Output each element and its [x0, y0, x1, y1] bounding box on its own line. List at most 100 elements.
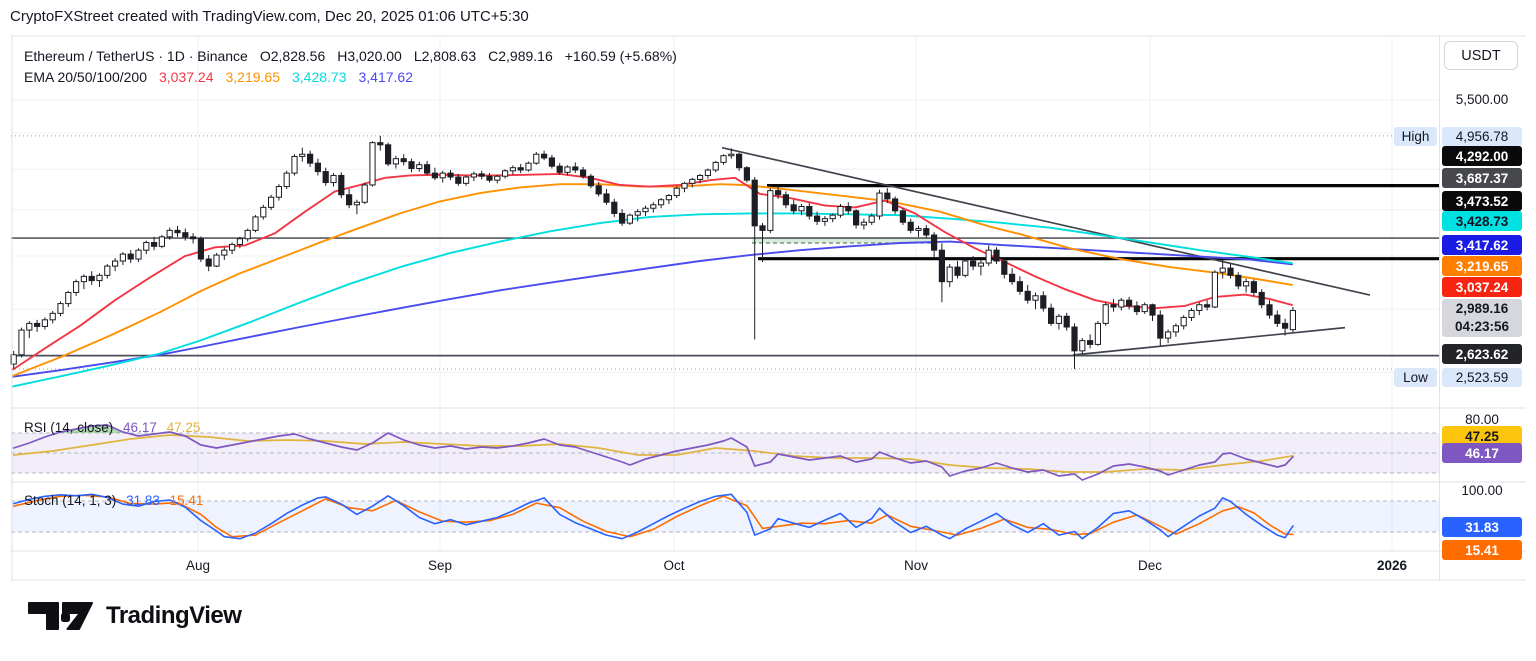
candle-body	[1127, 300, 1132, 306]
tradingview-wordmark[interactable]: TradingView	[106, 602, 241, 630]
rsi-ma-value: 47.25	[167, 420, 201, 435]
candle-body	[1119, 300, 1124, 307]
candle-body	[1244, 282, 1249, 286]
candle-body	[81, 276, 86, 281]
legend-ema100-value: 3,428.73	[292, 67, 347, 88]
candle-body	[66, 292, 71, 303]
candle-body	[479, 174, 484, 176]
time-axis-label: 2026	[1377, 558, 1407, 573]
pane-separators	[10, 36, 1526, 580]
candle-body	[900, 211, 905, 222]
candle-body	[690, 179, 695, 183]
candle-body	[1166, 332, 1171, 338]
candle-body	[791, 205, 796, 211]
rsi-axis-label: 80.00	[1442, 412, 1522, 427]
candle-body	[1103, 305, 1108, 324]
candle-body	[206, 259, 211, 266]
chart-canvas[interactable]	[0, 0, 1536, 661]
candle-body	[464, 177, 469, 183]
legend-ema20-value: 3,037.24	[159, 67, 214, 88]
candle-body	[440, 173, 445, 178]
candle-body	[1290, 311, 1295, 330]
candle-body	[362, 185, 367, 202]
candle-body	[448, 173, 453, 177]
price-level-badge: 3,687.37	[1442, 168, 1522, 188]
candle-body	[932, 235, 937, 250]
tradingview-chart-screenshot: CryptoFXStreet created with TradingView.…	[0, 0, 1536, 661]
grid-lines	[11, 37, 1439, 551]
candle-body	[167, 230, 172, 236]
candle-body	[284, 173, 289, 186]
candle-body	[565, 167, 570, 172]
candle-body	[635, 212, 640, 215]
candle-body	[300, 154, 305, 156]
candle-body	[1088, 341, 1093, 345]
candle-body	[1283, 323, 1288, 328]
candle-body	[276, 187, 281, 198]
candle-body	[487, 176, 492, 180]
currency-toggle-button[interactable]: USDT	[1444, 41, 1518, 70]
legend-symbol-row: Ethereum / TetherUS · 1D · Binance O2,82…	[24, 46, 677, 67]
candle-body	[1025, 291, 1030, 300]
tradingview-logo-icon[interactable]	[28, 601, 94, 631]
rsi-indicator-title[interactable]: RSI (14, close)	[24, 420, 113, 435]
candle-body	[955, 267, 960, 275]
candle-body	[230, 244, 235, 250]
candle-body	[549, 158, 554, 166]
candle-body	[1064, 316, 1069, 327]
ema-indicator-title[interactable]: EMA 20/50/100/200	[24, 67, 147, 88]
candle-body	[386, 145, 391, 164]
rsi-value-badge: 46.17	[1442, 443, 1522, 463]
stoch-d-value: 15.41	[170, 493, 204, 508]
candle-body	[1056, 316, 1061, 323]
candle-body	[939, 250, 944, 281]
ema100-line	[13, 213, 1292, 386]
candle-body	[74, 282, 79, 293]
time-axis-label: Aug	[186, 558, 210, 573]
candle-body	[1080, 341, 1085, 351]
candle-body	[354, 202, 359, 205]
candle-body	[269, 197, 274, 207]
candle-body	[815, 216, 820, 221]
candle-body	[1181, 317, 1186, 325]
stoch-indicator-title[interactable]: Stoch (14, 1, 3)	[24, 493, 116, 508]
candle-body	[1197, 305, 1202, 311]
candle-body	[752, 180, 757, 226]
candle-body	[1111, 305, 1116, 307]
footer-branding: TradingView	[28, 601, 241, 631]
candle-body	[986, 250, 991, 263]
candle-body	[534, 154, 539, 163]
price-level-badge: 4,292.00	[1442, 146, 1522, 166]
ohlc-high: H3,020.00	[337, 46, 402, 67]
candle-body	[50, 313, 55, 319]
candle-body	[152, 243, 157, 247]
symbol-title[interactable]: Ethereum / TetherUS · 1D · Binance	[24, 46, 248, 67]
candle-body	[994, 250, 999, 261]
candle-body	[136, 250, 141, 259]
candle-body	[308, 154, 313, 163]
candle-body	[1205, 305, 1210, 307]
indicator-bands	[11, 433, 1439, 532]
candle-body	[768, 191, 773, 231]
candle-body	[822, 219, 827, 222]
stoch-pane-legend: Stoch (14, 1, 3) 31.83 15.41	[24, 493, 209, 508]
trendline	[1073, 328, 1345, 355]
candle-body	[42, 320, 47, 327]
candle-body	[830, 215, 835, 219]
candle-body	[214, 255, 219, 266]
stoch-value-badge: 31.83	[1442, 517, 1522, 537]
low-marker-value: 2,523.59	[1442, 368, 1522, 387]
candle-body	[1275, 315, 1280, 323]
legend-ema-row: EMA 20/50/100/200 3,037.24 3,219.65 3,42…	[24, 67, 677, 88]
candle-body	[674, 188, 679, 195]
candle-body	[237, 239, 242, 245]
candle-body	[651, 205, 656, 208]
candle-body	[58, 304, 63, 314]
candle-body	[1267, 305, 1272, 315]
candle-body	[183, 233, 188, 237]
candle-body	[971, 261, 976, 266]
candle-body	[744, 168, 749, 180]
last-price-countdown-badge: 2,989.1604:23:56	[1442, 299, 1522, 337]
candle-body	[698, 175, 703, 179]
candle-body	[1228, 268, 1233, 275]
